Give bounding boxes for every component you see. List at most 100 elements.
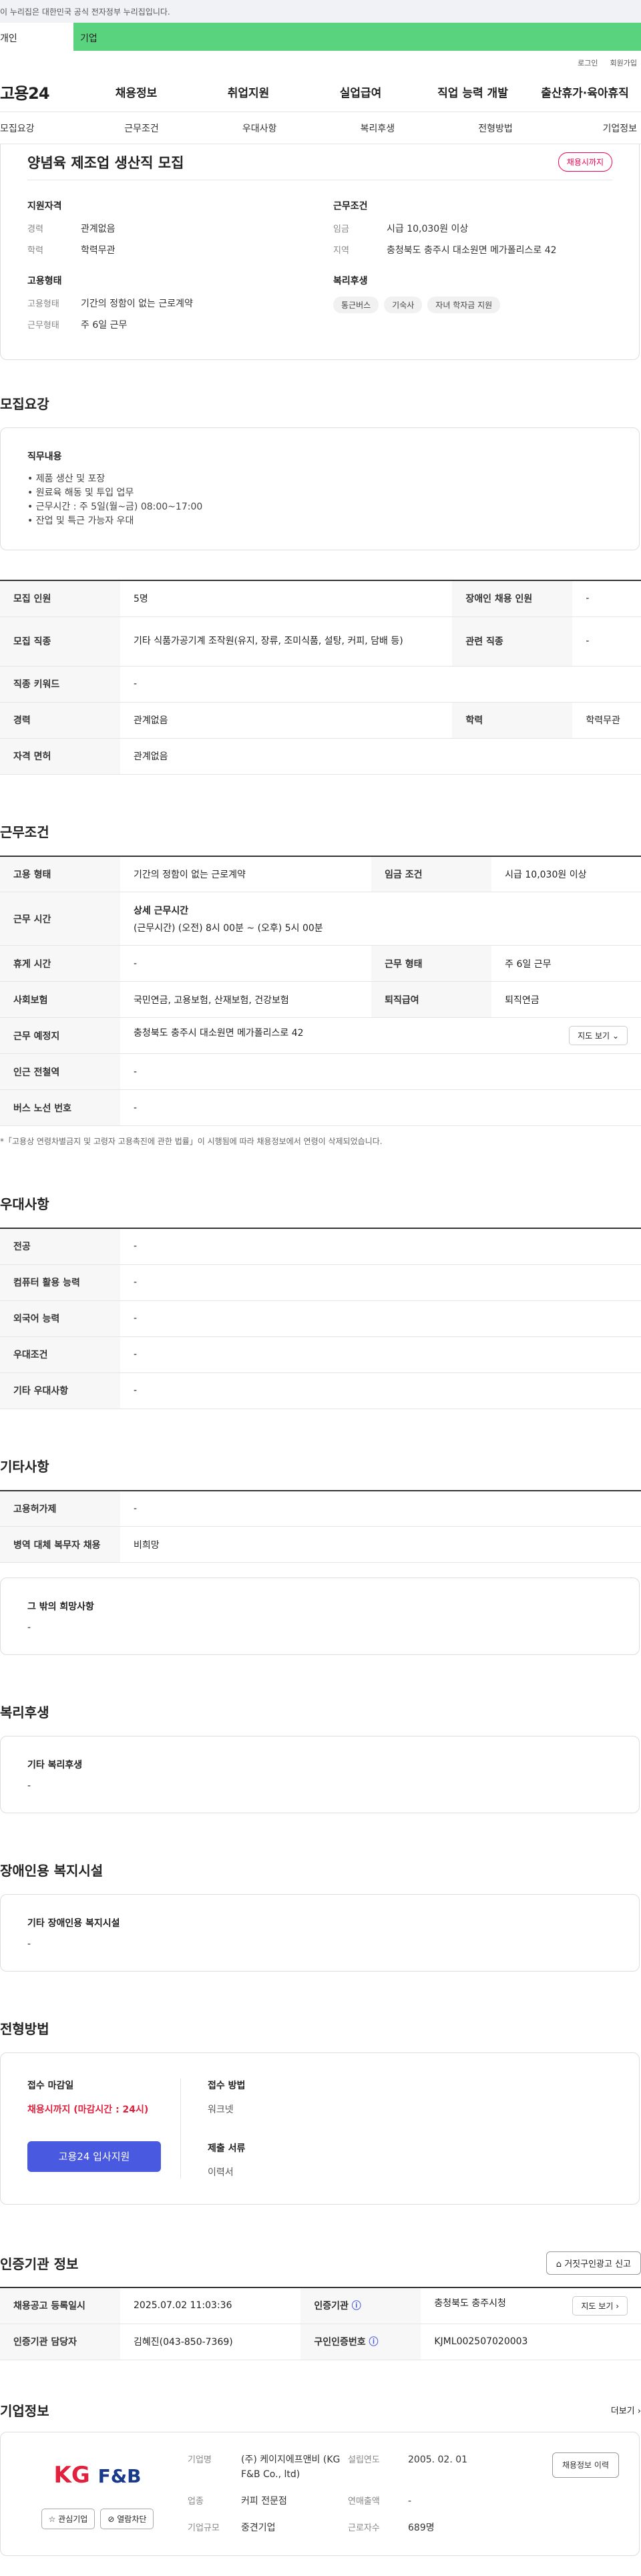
- gnb-parental-leave[interactable]: 출산휴가·육아휴직: [529, 83, 641, 100]
- subnav-company[interactable]: 기업정보: [554, 122, 641, 135]
- favorite-company-button[interactable]: ☆ 관심기업: [41, 2508, 95, 2529]
- login-link[interactable]: 로그인: [578, 57, 598, 72]
- map-button-label: 지도 보기: [578, 1031, 610, 1041]
- industry-label: 업종: [188, 2496, 204, 2507]
- tab-company[interactable]: 기업: [73, 23, 641, 51]
- subnav-prefer[interactable]: 우대사항: [200, 122, 318, 135]
- disabled-facility-section: 장애인용 복지시설 기타 장애인용 복지시설 -: [0, 1860, 641, 1972]
- cell-label: 장애인 채용 인원: [452, 580, 573, 617]
- table-row: 모집 직종 기타 식품가공기계 조작원(유지, 장류, 조미식품, 설탕, 커피,…: [0, 616, 641, 667]
- cell-value: 국민연금, 고용보험, 산재보험, 건강보험: [120, 981, 372, 1018]
- subnav-conditions[interactable]: 근무조건: [83, 122, 201, 135]
- cell-value: -: [572, 580, 641, 617]
- map-button[interactable]: 지도 보기 ⌄: [569, 1026, 628, 1045]
- hours-value: (근무시간) (오전) 8시 00분 ~ (오후) 5시 00분: [134, 922, 323, 934]
- disabled-box-value: -: [27, 1939, 31, 1950]
- tab-personal[interactable]: 개인: [0, 23, 73, 51]
- welfare-heading: 복리후생: [333, 276, 368, 287]
- apply-button[interactable]: 고용24 입사지원: [27, 2141, 161, 2172]
- cell-label: 근무 시간: [0, 892, 120, 946]
- emptype-label: 고용형태: [27, 299, 59, 309]
- table-row: 인근 전철역 -: [0, 1053, 641, 1090]
- table-row: 우대조건 -: [0, 1336, 641, 1373]
- cell-value: -: [120, 1053, 641, 1090]
- employees-label: 근로자수: [348, 2523, 380, 2533]
- job-title-row: 양념육 제조업 생산직 모집 채용시까지: [27, 144, 612, 180]
- block-view-button[interactable]: ⊘ 열람차단: [100, 2508, 154, 2529]
- subnav-welfare[interactable]: 복리후생: [318, 122, 437, 135]
- info-icon[interactable]: ⓘ: [369, 2337, 379, 2348]
- report-button[interactable]: ⌂ 거짓구인광고 신고: [546, 2251, 641, 2275]
- deadline-badge: 채용시까지: [558, 152, 612, 172]
- more-label: 더보기: [610, 2406, 635, 2416]
- gov-banner: 이 누리집은 대한민국 공식 전자정부 누리집입니다.: [0, 0, 641, 23]
- cell-value: -: [120, 945, 372, 982]
- employment-type-block: 고용형태 고용형태 기간의 정함이 없는 근로계약 근무형태 주 6일 근무: [27, 274, 306, 339]
- org-cell: 충청북도 충주시청 지도 보기 ›: [421, 2287, 641, 2324]
- gov-banner-text: 이 누리집은 대한민국 공식 전자정부 누리집입니다.: [0, 7, 170, 17]
- prefer-table: 전공 - 컴퓨터 활용 능력 - 외국어 능력 - 우대조건 - 기타 우대사항 -: [0, 1228, 641, 1409]
- education-label: 학력: [27, 246, 43, 256]
- more-link[interactable]: 더보기 ›: [611, 2404, 641, 2416]
- table-row: 전공 -: [0, 1228, 641, 1265]
- condition-heading: 근무조건: [333, 201, 368, 212]
- welfare-box: 기타 복리후생 -: [0, 1736, 640, 1813]
- hope-heading: 그 밖의 희망사항: [27, 1602, 94, 1612]
- cell-value: -: [120, 1089, 641, 1126]
- cell-value: 관계없음: [120, 738, 641, 775]
- cell-value: 기간의 정함이 없는 근로계약: [120, 856, 372, 892]
- table-row: 컴퓨터 활용 능력 -: [0, 1264, 641, 1301]
- site-logo[interactable]: 고용24: [0, 80, 80, 104]
- cell-label: 구인인증번호 ⓘ: [300, 2324, 421, 2360]
- info-icon[interactable]: ⓘ: [352, 2301, 361, 2312]
- method-label: 접수 방법: [208, 2080, 246, 2091]
- est-value: 2005. 02. 01: [408, 2454, 468, 2465]
- table-row: 병역 대체 복무자 채용 비희망: [0, 1526, 641, 1563]
- worktype-value: 주 6일 근무: [81, 320, 128, 331]
- company-title: 기업정보: [0, 2402, 49, 2419]
- gnb-employment-support[interactable]: 취업지원: [192, 83, 304, 100]
- cell-value: 김혜진(043-850-7369): [120, 2324, 301, 2360]
- cell-label: 외국어 능력: [0, 1300, 120, 1337]
- welfare-chip: 자녀 학자금 지원: [427, 297, 501, 313]
- chevron-down-icon: ⌄: [612, 1031, 619, 1041]
- cell-value: 시급 10,030원 이상: [491, 856, 641, 892]
- cell-value: KJML002507020003: [421, 2324, 641, 2360]
- gnb-jobs[interactable]: 채용정보: [80, 83, 192, 100]
- selection-section: 전형방법 접수 마감일 채용시까지 (마감시간 : 24시) 고용24 입사지원…: [0, 2018, 641, 2205]
- signup-link[interactable]: 회원가입: [610, 57, 637, 72]
- cell-value: -: [572, 616, 641, 667]
- table-row: 고용허가제 -: [0, 1490, 641, 1527]
- hours-cell: 상세 근무시간 (근무시간) (오전) 8시 00분 ~ (오후) 5시 00분: [120, 892, 641, 946]
- conditions-title: 근무조건: [0, 823, 49, 840]
- deadline-value: 채용시까지 (마감시간 : 24시): [27, 2104, 149, 2115]
- cell-value: 기타 식품가공기계 조작원(유지, 장류, 조미식품, 설탕, 커피, 담배 등…: [120, 616, 453, 667]
- duty-item: 제품 생산 및 포장: [27, 472, 612, 486]
- size-value: 중견기업: [241, 2522, 276, 2533]
- cell-label: 근무 형태: [371, 945, 492, 982]
- cell-label: 인근 전철역: [0, 1053, 120, 1090]
- logo-kg: KG: [53, 2461, 90, 2489]
- job-history-button[interactable]: 채용정보 이력: [552, 2452, 619, 2478]
- prefer-section: 우대사항 전공 - 컴퓨터 활용 능력 - 외국어 능력 - 우대조건 - 기타 우대사…: [0, 1193, 641, 1409]
- cert-table: 채용공고 등록일시 2025.07.02 11:03:36 인증기관 ⓘ 충청북도 충…: [0, 2287, 641, 2360]
- cell-label: 휴게 시간: [0, 945, 120, 982]
- gnb-unemployment-benefit[interactable]: 실업급여: [304, 83, 417, 100]
- gnb-vocational-training[interactable]: 직업 능력 개발: [417, 83, 529, 100]
- subnav-recruit[interactable]: 모집요강: [0, 122, 83, 135]
- employees-value: 689명: [408, 2522, 435, 2533]
- conditions-section: 근무조건 고용 형태 기간의 정함이 없는 근로계약 임금 조건 시급 10,030원…: [0, 821, 641, 1147]
- cell-label: 모집 직종: [0, 616, 120, 667]
- age-note: *「고용상 연령차별금지 및 고령자 고용촉진에 관한 법률」이 시행됨에 따라…: [0, 1137, 383, 1146]
- disabled-title: 장애인용 복지시설: [0, 1863, 103, 1879]
- cell-label: 채용공고 등록일시: [0, 2287, 120, 2324]
- cell-label: 직종 키워드: [0, 666, 120, 703]
- cell-label: 기타 우대사항: [0, 1372, 120, 1409]
- org-value: 충청북도 충주시청: [434, 2297, 506, 2309]
- map-button[interactable]: 지도 보기 ›: [572, 2295, 628, 2316]
- org-label: 인증기관: [314, 2301, 349, 2312]
- job-title: 양념육 제조업 생산직 모집: [27, 154, 184, 171]
- cell-value: 2025.07.02 11:03:36: [120, 2287, 301, 2324]
- cell-label: 학력: [452, 702, 573, 739]
- subnav-selection[interactable]: 전형방법: [437, 122, 555, 135]
